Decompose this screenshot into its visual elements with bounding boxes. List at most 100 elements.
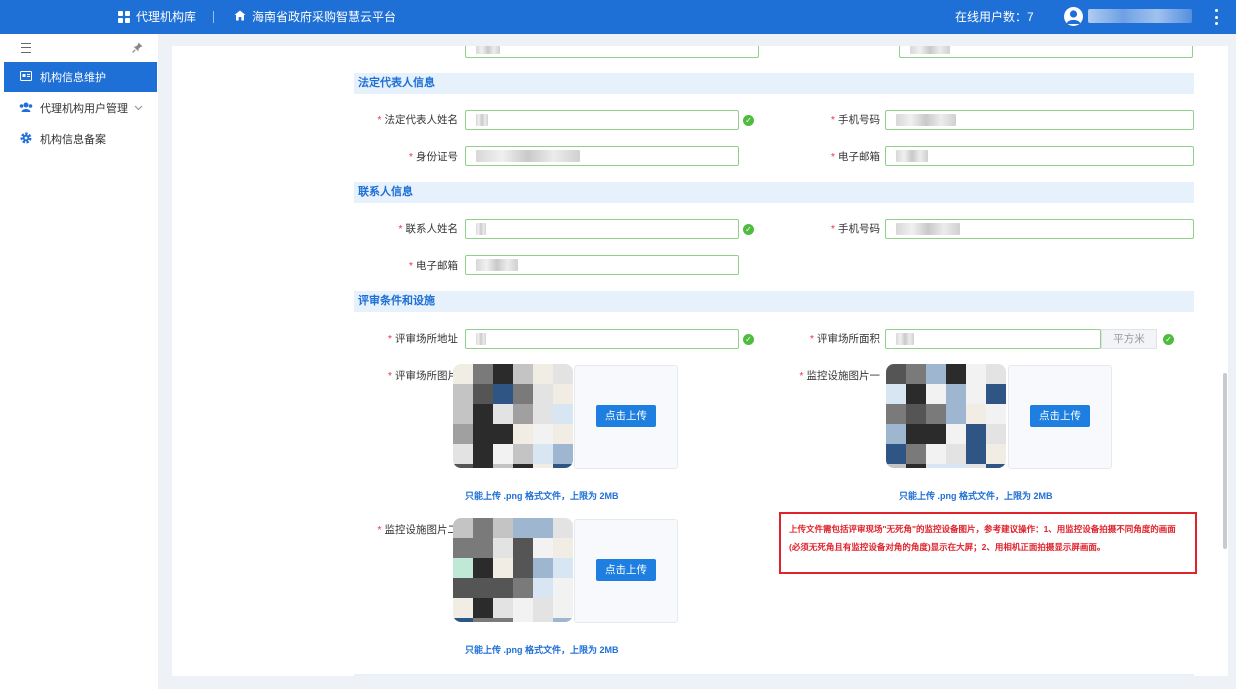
pixel-cell: [493, 464, 513, 468]
app-switcher[interactable]: 代理机构库: [118, 0, 196, 34]
pixel-cell: [966, 364, 986, 384]
legal-phone-input[interactable]: [885, 110, 1194, 130]
pixel-cell: [473, 538, 493, 558]
upload-button[interactable]: 点击上传: [596, 559, 656, 581]
section-contact: 联系人信息: [354, 182, 1194, 203]
pixel-cell: [533, 404, 553, 424]
scrollbar-thumb[interactable]: [1223, 373, 1227, 549]
pixel-cell: [553, 578, 573, 598]
pixel-cell: [513, 424, 533, 444]
pixel-cell: [473, 518, 493, 538]
venue-address-input[interactable]: [465, 329, 739, 349]
venue-address-label: * 评审场所地址: [387, 333, 458, 345]
pixel-cell: [513, 444, 533, 464]
venue-area-label: * 评审场所面积: [809, 333, 880, 345]
monitor-photo-2-thumbnail[interactable]: [453, 518, 573, 622]
pixel-cell: [533, 464, 553, 468]
pixel-cell: [906, 464, 926, 468]
pixel-cell: [926, 404, 946, 424]
gear-icon: [18, 132, 34, 147]
section-review-venue: 评审条件和设施: [354, 291, 1194, 312]
pixel-cell: [493, 444, 513, 464]
check-icon: ✓: [743, 334, 754, 345]
pixel-cell: [513, 598, 533, 618]
prev-field-input[interactable]: [465, 46, 759, 58]
upload-requirement-note: 上传文件需包括评审现场"无死角"的监控设备图片，参考建议操作：1、用监控设备拍摄…: [779, 512, 1197, 574]
contact-email-label: * 电子邮箱: [408, 260, 458, 272]
legal-id-label: * 身份证号: [408, 151, 458, 163]
pixel-cell: [473, 464, 493, 468]
pixel-cell: [513, 538, 533, 558]
pixel-cell: [453, 598, 473, 618]
pixel-cell: [453, 518, 473, 538]
pixel-cell: [946, 384, 966, 404]
pixel-cell: [533, 518, 553, 538]
pixel-cell: [906, 404, 926, 424]
pixel-cell: [926, 464, 946, 468]
legal-email-input[interactable]: [885, 146, 1194, 166]
sidebar-item-label: 机构信息备案: [40, 134, 106, 146]
pixel-cell: [906, 444, 926, 464]
pixel-cell: [513, 618, 533, 622]
menu-toggle-icon[interactable]: [21, 43, 31, 53]
pixel-cell: [553, 518, 573, 538]
pixel-cell: [453, 464, 473, 468]
pin-icon[interactable]: [132, 42, 143, 56]
redacted-value: [896, 150, 928, 162]
venue-photo-label: * 评审场所图片: [387, 370, 458, 382]
pixel-cell: [453, 578, 473, 598]
platform-link[interactable]: 海南省政府采购智慧云平台: [234, 0, 396, 34]
more-menu-icon[interactable]: [1211, 9, 1221, 25]
pixel-cell: [553, 598, 573, 618]
pixel-cell: [553, 364, 573, 384]
pixel-cell: [493, 538, 513, 558]
pixel-cell: [886, 384, 906, 404]
online-users: 在线用户数： 7: [955, 0, 1034, 34]
legal-id-input[interactable]: [465, 146, 739, 166]
pixel-cell: [473, 598, 493, 618]
pixel-cell: [966, 404, 986, 424]
pixel-cell: [553, 424, 573, 444]
pixel-cell: [473, 618, 493, 622]
redacted-value: [896, 114, 956, 126]
pixel-cell: [493, 618, 513, 622]
pixel-cell: [926, 424, 946, 444]
upload-hint: 只能上传 .png 格式文件，上限为 2MB: [899, 491, 1053, 501]
sidebar-item-user-mgmt[interactable]: 代理机构用户管理: [4, 93, 157, 123]
pixel-cell: [946, 444, 966, 464]
pixel-cell: [966, 444, 986, 464]
pixel-cell: [493, 598, 513, 618]
avatar[interactable]: [1064, 7, 1083, 26]
pixel-cell: [986, 384, 1006, 404]
venue-photo-thumbnail[interactable]: [453, 364, 573, 468]
online-count: 7: [1027, 10, 1034, 24]
pixel-cell: [553, 538, 573, 558]
monitor-photo-1-thumbnail[interactable]: [886, 364, 1006, 468]
scrollbar[interactable]: [1222, 46, 1228, 676]
pixel-cell: [513, 518, 533, 538]
users-icon: [18, 102, 34, 115]
id-card-icon: [18, 70, 34, 84]
pixel-cell: [453, 558, 473, 578]
pixel-cell: [513, 578, 533, 598]
contact-email-input[interactable]: [465, 255, 739, 275]
pixel-cell: [493, 404, 513, 424]
prev-field-input-2[interactable]: [899, 46, 1193, 58]
venue-area-input[interactable]: [885, 329, 1101, 349]
legal-name-input[interactable]: [465, 110, 739, 130]
pixel-cell: [966, 464, 986, 468]
pixel-cell: [553, 404, 573, 424]
sidebar-item-filing[interactable]: 机构信息备案: [4, 124, 157, 154]
pixel-cell: [493, 518, 513, 538]
contact-name-label: * 联系人姓名: [398, 223, 458, 235]
user-name-redacted[interactable]: [1088, 9, 1192, 23]
upload-button[interactable]: 点击上传: [1030, 405, 1090, 427]
contact-name-input[interactable]: [465, 219, 739, 239]
pixel-cell: [886, 424, 906, 444]
pixel-cell: [473, 444, 493, 464]
sidebar-item-org-info[interactable]: 机构信息维护: [4, 62, 157, 92]
contact-phone-input[interactable]: [885, 219, 1194, 239]
pixel-cell: [493, 578, 513, 598]
upload-button[interactable]: 点击上传: [596, 405, 656, 427]
redacted-value: [476, 114, 488, 126]
